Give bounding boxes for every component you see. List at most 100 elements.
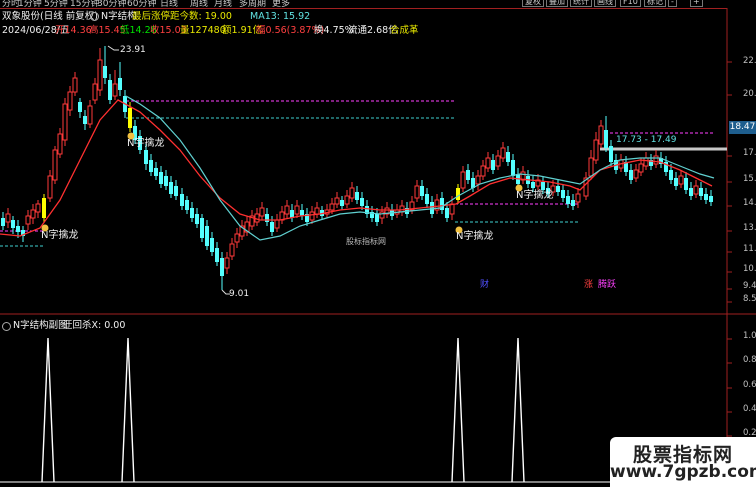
candle-body — [144, 150, 148, 164]
candle-body — [669, 170, 673, 180]
signal-spike — [121, 337, 135, 483]
candle-body — [604, 130, 608, 148]
candle-body — [16, 226, 20, 232]
candle-body — [678, 175, 684, 185]
candle-body — [425, 194, 429, 204]
candle-body — [500, 147, 506, 159]
signal-spike — [511, 337, 525, 483]
candle-body — [5, 213, 11, 223]
candle-body — [149, 160, 153, 172]
candle-body — [693, 185, 699, 195]
candle-body — [220, 258, 224, 276]
candle-body — [344, 195, 350, 205]
sub-axis-tick: 0.6 — [743, 380, 756, 390]
signal-label-1: N字擒龙 — [41, 230, 79, 241]
sub-panel-title[interactable]: N字结构副图 — [13, 320, 68, 331]
sub-panel-settings-icon[interactable] — [2, 322, 11, 331]
candle-body — [475, 175, 481, 185]
candle-body — [329, 203, 335, 211]
candle-body — [112, 83, 118, 97]
site-watermark-url: www.7gpzb.com — [610, 462, 756, 482]
candle-body — [699, 188, 703, 196]
signal-spike — [41, 337, 55, 483]
range-label: 17.73 - 17.49 — [616, 135, 677, 145]
candle-body — [67, 91, 73, 111]
candle-body — [430, 202, 434, 214]
candle-body — [234, 233, 240, 243]
candle-body — [511, 160, 515, 176]
candle-body — [334, 197, 340, 205]
signal-label-4: N字擒龙 — [516, 190, 554, 201]
candle-body — [460, 171, 466, 189]
candle-body — [506, 152, 510, 162]
candle-body — [215, 248, 219, 262]
price-axis-tick: 15.7 — [743, 174, 756, 184]
candle-body — [154, 168, 158, 176]
price-axis-tick: 9.4 — [743, 281, 756, 291]
candle-body — [314, 207, 320, 215]
candle-body — [689, 188, 693, 196]
candle-body — [674, 178, 678, 186]
candle-body — [200, 218, 204, 238]
low-price-label: 9.01 — [229, 289, 250, 299]
candle-body — [72, 77, 78, 93]
finance-marker[interactable]: 财 — [480, 277, 489, 290]
price-axis-tick: 17.5 — [743, 148, 756, 158]
candle-body — [445, 208, 449, 218]
sub-panel-param: 迂回杀X: 0.00 — [63, 320, 126, 331]
price-axis-tick: 14.4 — [743, 198, 756, 208]
candle-body — [42, 198, 46, 218]
tengyue-marker[interactable]: 腾跃 — [598, 277, 616, 290]
candle-body — [466, 170, 470, 180]
candle-body — [349, 187, 355, 199]
candle-body — [78, 102, 82, 112]
candle-body — [294, 205, 300, 215]
candle-body — [360, 198, 364, 206]
candle-body — [629, 170, 633, 180]
candle-body — [259, 207, 265, 217]
candle-body — [103, 66, 107, 78]
candle-body — [571, 200, 575, 206]
signal-spike — [451, 337, 465, 483]
high-price-label: 23.91 — [120, 45, 146, 55]
candle-body — [420, 186, 424, 196]
candle-body — [265, 214, 269, 222]
limit-up-marker[interactable]: 涨 — [584, 277, 593, 290]
candle-body — [108, 80, 112, 100]
candle-body — [485, 157, 491, 169]
price-axis-tick: 11.9 — [743, 244, 756, 254]
candle-body — [169, 182, 173, 194]
candle-body — [588, 157, 594, 177]
candle-body — [684, 178, 688, 190]
signal-label-2: N字擒龙 — [127, 138, 165, 149]
price-axis-tick: 13.0 — [743, 223, 756, 233]
candle-body — [355, 192, 359, 200]
candle-body — [224, 257, 230, 269]
candle-body — [633, 169, 639, 179]
candle-body — [62, 103, 68, 141]
candle-body — [491, 160, 495, 170]
current-price-tag: 18.47 — [729, 121, 756, 134]
candle-body — [270, 222, 274, 232]
candle-body — [379, 211, 385, 219]
candle-body — [159, 172, 163, 184]
candle-body — [229, 243, 235, 257]
candle-body — [561, 190, 565, 198]
candle-body — [566, 196, 570, 204]
candle-body — [593, 139, 599, 161]
candle-body — [83, 116, 87, 124]
sub-axis-tick: 0.4 — [743, 404, 756, 414]
candle-body — [30, 209, 36, 219]
candle-body — [128, 108, 132, 128]
candle-body — [35, 203, 41, 213]
candle-body — [556, 186, 560, 192]
candle-body — [309, 211, 315, 221]
price-axis-tick: 8.5 — [743, 294, 756, 304]
candle-body — [205, 226, 209, 246]
candle-body — [190, 208, 194, 218]
candle-body — [638, 163, 644, 173]
candle-body — [47, 175, 53, 199]
sub-axis-tick: 1.0 — [743, 331, 756, 341]
candle-body — [704, 194, 708, 200]
site-watermark: 股票指标网 www.7gpzb.com — [610, 437, 756, 487]
